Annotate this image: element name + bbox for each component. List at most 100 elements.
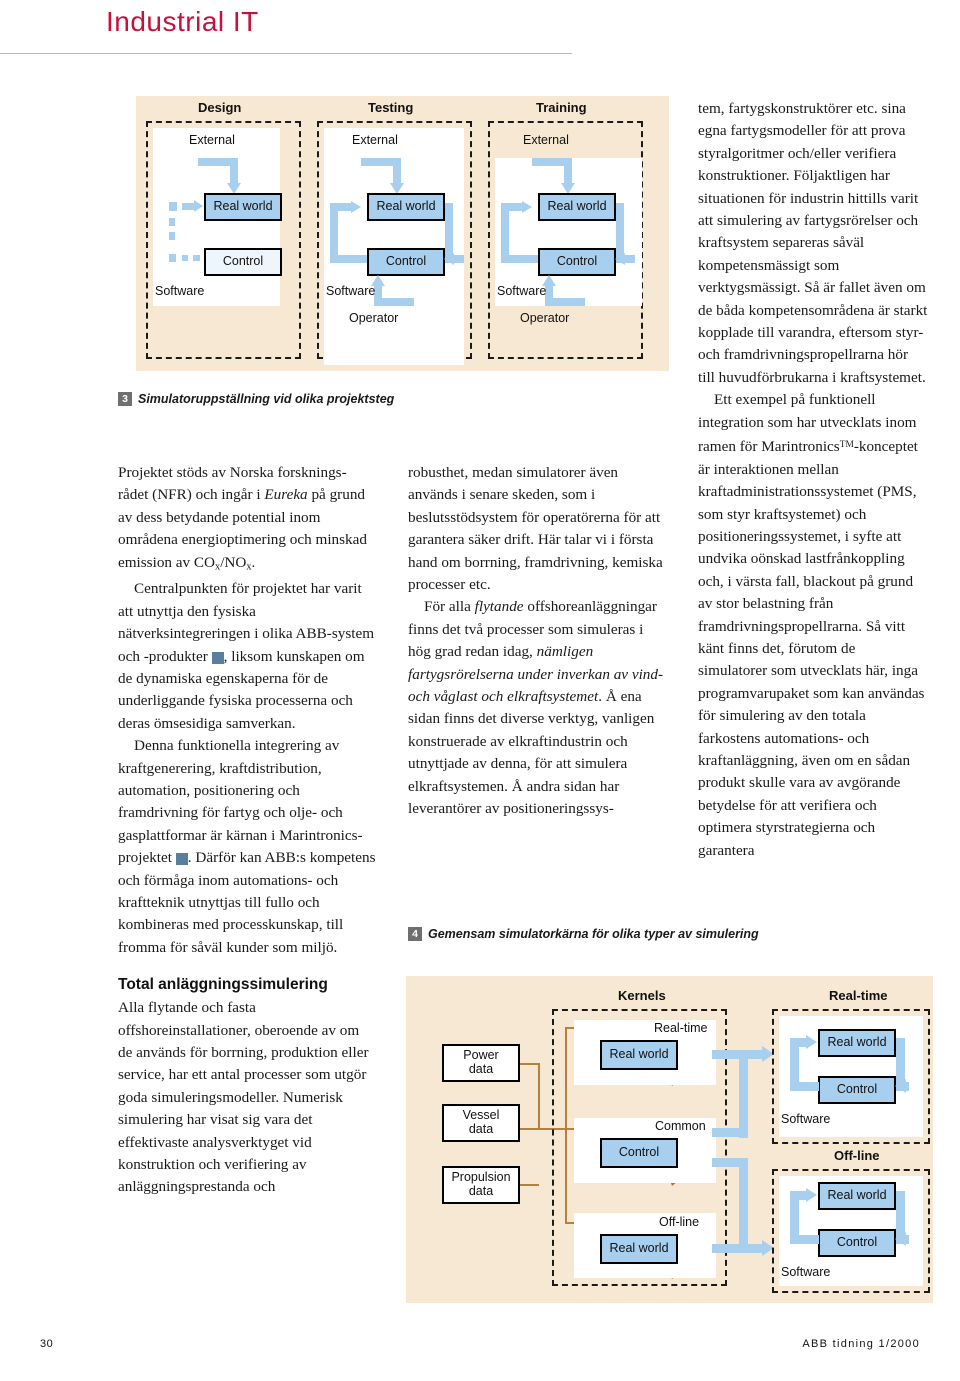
column2-paragraph-2: För alla flytande offshoreanläggningar f… [408, 596, 666, 820]
figure3-testing-control-box: Control [367, 248, 445, 276]
figure3-design-dotted-seg-4 [169, 254, 176, 262]
figure-3-number: 3 [118, 392, 132, 406]
figure3-testing-external-arrow-shaft-v [393, 158, 401, 184]
figure4-kernel-box-common: Control [600, 1138, 678, 1168]
figure3-testing-loop-right-head [444, 253, 454, 265]
figure3-testing-loop-right-corner5 [445, 203, 453, 211]
trademark-symbol: TM [839, 440, 854, 451]
figure3-design-dotted-seg-2 [169, 218, 175, 226]
figure4-ol-loop-left-head [806, 1188, 817, 1202]
figure3-training-loop-left-head [522, 201, 532, 213]
c3p2b: -konceptet är interaktionen mellan kraft… [698, 438, 925, 859]
figure3-training-loop-right-t [616, 203, 624, 211]
figure3-design-dotted-seg-5 [182, 255, 188, 261]
figure3-design-dotted-seg-1 [169, 202, 177, 211]
figure4-ol-loop-right-t [896, 1191, 905, 1200]
figure3-testing-loop-left-t [330, 203, 352, 211]
figure4-kernel-label-offline: Off-line [659, 1215, 700, 1229]
figure4-rt-loop-right-t [896, 1038, 905, 1047]
figure3-panel-title-testing: Testing [368, 100, 414, 115]
footer-source: ABB tidning 1/2000 [802, 1338, 920, 1350]
body-column-1: Projektet stöds av Norska forsknings-råd… [118, 462, 376, 1199]
header-divider [0, 53, 572, 54]
c2p2c: . Å ena sidan finns det diverse verktyg,… [408, 688, 655, 818]
figure3-testing-software-label: Software [326, 284, 376, 298]
inline-ref-1: 1 [211, 651, 233, 664]
column1-paragraph-1: Projektet stöds av Norska forsknings-råd… [118, 462, 376, 578]
figure3-testing-real-world-box: Real world [367, 193, 445, 221]
column2-paragraph-1: robusthet, medan simulatorer även använd… [408, 464, 663, 594]
page-header: Industrial IT [0, 0, 960, 60]
column3-paragraph-2: Ett exempel på funktionell integration s… [698, 389, 928, 862]
figure3-training-external-arrow-shaft-v [564, 158, 572, 184]
figure3-testing-loop-right-v [445, 203, 453, 258]
figure3-testing-loop-left-v [330, 203, 338, 262]
figure4-rt-loop-right-head [895, 1079, 906, 1093]
figure3-panel-title-design: Design [198, 100, 242, 115]
column3-paragraph-1: tem, fartygskonstruktörer etc. sina egna… [698, 100, 928, 386]
figure3-testing-loop-left-head [351, 201, 361, 213]
figure3-panel-title-training: Training [536, 100, 587, 115]
figure-4-diagram: Power data Vessel data Propulsion data K… [406, 976, 933, 1303]
figure-3-caption: 3 Simulatoruppställning vid olika projekt… [118, 392, 394, 406]
figure3-training-real-world-box: Real world [538, 193, 616, 221]
figure3-training-control-box: Control [538, 248, 616, 276]
figure3-design-dotted-arrow-head [194, 200, 203, 212]
page-title: Industrial IT [106, 6, 259, 37]
figure3-training-loop-left-b [501, 255, 538, 263]
figure4-target-realtime-software: Software [781, 1112, 831, 1126]
figure4-kernels-title: Kernels [618, 988, 666, 1003]
figure4-target-offline-real-world: Real world [818, 1182, 896, 1210]
c1p1c: /NO [220, 553, 247, 571]
figure4-kernel-box-realtime: Real world [600, 1040, 678, 1070]
body-column-3: tem, fartygskonstruktörer etc. sina egna… [698, 98, 928, 862]
figure4-target-title-realtime: Real-time [829, 988, 888, 1003]
figure3-testing-operator-label: Operator [349, 311, 399, 325]
figure3-training-loop-left-v [501, 203, 509, 262]
figure4-target-offline-control: Control [818, 1229, 896, 1257]
footer-page-number: 30 [40, 1338, 54, 1350]
figure4-target-offline-software: Software [781, 1265, 831, 1279]
figure4-ol-loop-left-b [790, 1235, 819, 1244]
figure3-design-external-label: External [189, 133, 235, 147]
column1-subheading: Total anläggningssimulering [118, 976, 328, 994]
figure3-design-real-world-box: Real world [204, 193, 282, 221]
figure4-rt-loop-left-head [806, 1035, 817, 1049]
figure3-testing-loop-left-b [330, 255, 367, 263]
figure3-training-software-label: Software [497, 284, 547, 298]
c2p2a: För alla [424, 598, 475, 616]
figure3-design-external-arrow-shaft-v [230, 158, 238, 184]
figure-4-caption: 4 Gemensam simulatorkärna för olika typer… [408, 927, 759, 941]
body-column-2: robusthet, medan simulatorer även använd… [408, 462, 666, 821]
figure4-target-title-offline: Off-line [834, 1148, 880, 1163]
figure3-training-external-label: External [523, 133, 569, 147]
figure3-training-loop-left-t [501, 203, 523, 211]
figure4-target-realtime-real-world: Real world [818, 1029, 896, 1057]
figure4-rt-loop-left-b [790, 1082, 819, 1091]
figure3-testing-external-label: External [352, 133, 398, 147]
figure3-design-dotted-seg-3 [169, 232, 175, 240]
figure4-target-realtime-control: Control [818, 1076, 896, 1104]
c1p1d: . [251, 553, 256, 571]
c2p2em1: flytande [474, 598, 524, 616]
figure4-bus-v-bot [739, 1158, 748, 1253]
figure3-design-dotted-arrow-shaft [182, 203, 194, 210]
column1-paragraph-2: Centralpunkten för projektet har varit a… [118, 578, 376, 735]
c1p1em: Eureka [264, 486, 308, 504]
figure3-design-software-label: Software [155, 284, 205, 298]
figure4-kernel-label-realtime: Real-time [654, 1021, 708, 1035]
figure-4-caption-text: Gemensam simulatorkärna för olika typer … [428, 927, 759, 941]
c1p3a: Denna funktionella integrering av kraftg… [118, 737, 363, 867]
figure3-training-loop-right-head [615, 253, 625, 265]
figure-3-caption-text: Simulatoruppställning vid olika projekts… [138, 392, 395, 406]
figure-4-number: 4 [408, 927, 422, 941]
figure4-kernel-label-common: Common [655, 1119, 706, 1133]
figure3-training-operator-label: Operator [520, 311, 570, 325]
figure4-kernel-box-offline: Real world [600, 1234, 678, 1264]
inline-ref-2: 2 [175, 853, 197, 866]
figure4-bus-v-top [739, 1050, 748, 1138]
figure3-design-control-box: Control [204, 248, 282, 276]
column1-paragraph-4: Alla flytande och fasta offshoreinstalla… [118, 999, 369, 1196]
figure3-design-dotted-seg-6 [193, 255, 200, 261]
figure-3-diagram: Design External Real world Control Softw… [136, 96, 669, 371]
